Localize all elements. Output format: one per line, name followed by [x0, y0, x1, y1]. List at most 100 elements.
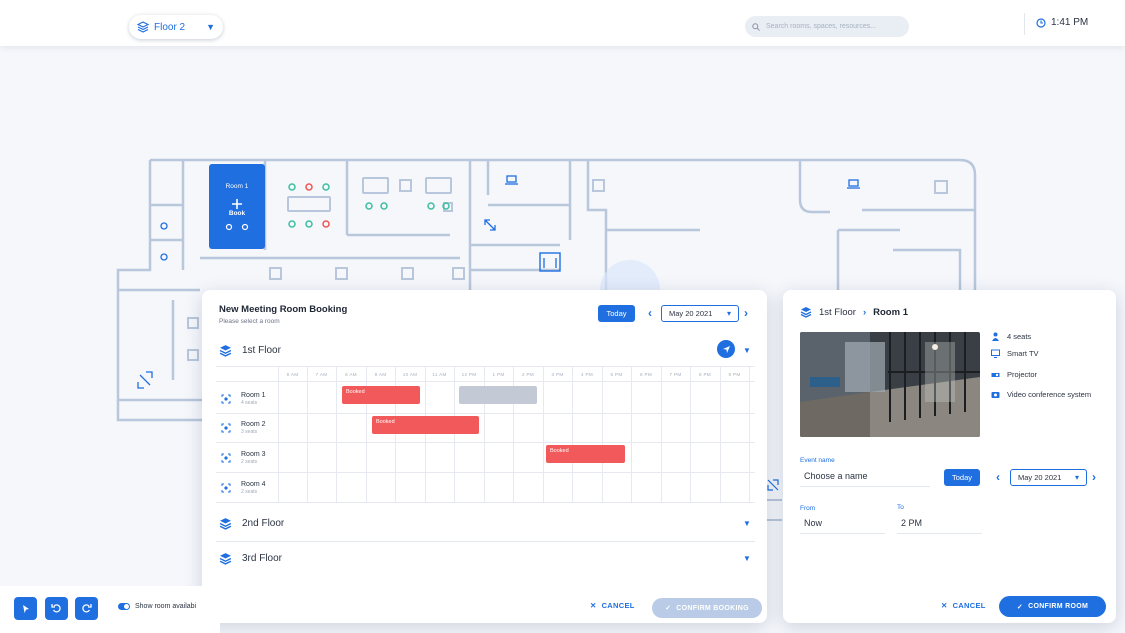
table-row[interactable]: Room 23 seats [216, 413, 278, 442]
time-slot: 2 PM [522, 371, 534, 377]
date-selector[interactable]: May 20 2021 ▾ [661, 305, 739, 322]
toggle-label: Show room availabi [135, 603, 197, 610]
chevron-down-icon[interactable]: ▼ [743, 554, 751, 563]
grid-line [543, 367, 544, 503]
floor-row-1[interactable]: 1st Floor [219, 344, 281, 357]
event-name-input[interactable]: Choose a name [800, 471, 930, 487]
select-tool-button[interactable] [14, 597, 37, 620]
top-bar: Floor 2 ▼ Search rooms, spaces, resource… [0, 0, 1125, 46]
chevron-down-icon[interactable]: ▼ [743, 519, 751, 528]
grid-line [425, 367, 426, 503]
floor-name: 3rd Floor [242, 553, 283, 564]
from-label: From [800, 505, 816, 512]
time-slot: 7 AM [315, 371, 328, 377]
floor-selector[interactable]: Floor 2 ▼ [129, 15, 223, 39]
date-selector[interactable]: May 20 2021 ▾ [1010, 469, 1087, 486]
cancel-button[interactable]: ✕ CANCEL [941, 601, 986, 610]
amenity-label: Video conference system [1007, 390, 1092, 399]
undo-button[interactable] [45, 597, 68, 620]
confirm-booking-button[interactable]: ✓ CONFIRM BOOKING [652, 598, 762, 618]
prev-date-icon[interactable]: ‹ [996, 470, 1000, 484]
cancel-button[interactable]: ✕ CANCEL [590, 601, 635, 610]
divider [1024, 13, 1025, 35]
undo-icon [51, 604, 61, 613]
room-name: Room 2 [241, 420, 266, 428]
next-date-icon[interactable]: › [1092, 470, 1096, 484]
time-slot: 5 PM [610, 371, 623, 377]
room-name: Room 3 [241, 450, 266, 458]
room-seats: 3 seats [241, 428, 258, 435]
grid-line [454, 367, 455, 503]
today-button[interactable]: Today [944, 469, 980, 486]
booking-block[interactable]: Booked [342, 386, 420, 404]
check-icon: ✓ [665, 605, 672, 612]
grid-line [631, 367, 632, 503]
time-slot: 7 PM [669, 371, 682, 377]
floor-name: 1st Floor [242, 345, 281, 356]
clock-time: 1:41 PM [1051, 17, 1089, 28]
room-icon [221, 453, 231, 462]
time-slot: 9 PM [728, 371, 741, 377]
time-slot: 6 PM [640, 371, 652, 377]
selected-room-label: Room 1 [225, 183, 249, 190]
chevron-right-icon: › [862, 306, 867, 318]
next-date-icon[interactable]: › [744, 306, 748, 320]
amenity-label: 4 seats [1007, 332, 1032, 341]
grid-line [307, 367, 308, 503]
today-button[interactable]: Today [598, 305, 635, 322]
amenity-label: Smart TV [1007, 349, 1039, 358]
chevron-down-icon: ▼ [206, 22, 215, 32]
grid-line [216, 502, 755, 503]
date-value: May 20 2021 [669, 309, 713, 318]
chevron-down-icon: ▾ [1074, 473, 1079, 482]
grid-line [216, 472, 755, 473]
divider [216, 541, 755, 542]
room-seats: 2 seats [241, 488, 258, 495]
cancel-label: CANCEL [952, 601, 986, 610]
floor-row-2[interactable]: 2nd Floor [219, 517, 284, 530]
availability-toggle[interactable]: Show room availabi [118, 603, 196, 610]
time-slot: 3 PM [551, 371, 564, 377]
time-slot: 10 AM [402, 371, 418, 377]
room-icon [221, 394, 231, 403]
breadcrumb-floor[interactable]: 1st Floor [819, 307, 856, 318]
breadcrumb-room: Room 1 [873, 306, 908, 318]
floor-row-3[interactable]: 3rd Floor [219, 552, 282, 565]
table-row[interactable]: Room 32 seats [216, 443, 278, 472]
grid-line [216, 413, 755, 414]
booking-subtitle: Please select a room [219, 318, 280, 325]
time-slot: 11 AM [432, 371, 447, 377]
amenity-tv: Smart TV [991, 349, 1039, 358]
to-input[interactable]: 2 PM [897, 518, 982, 534]
redo-button[interactable] [75, 597, 98, 620]
booking-block[interactable]: Booked [372, 416, 479, 434]
time-slot: 8 PM [699, 371, 711, 377]
selected-room[interactable]: Room 1 Book [209, 183, 265, 217]
confirm-room-button[interactable]: ✓ CONFIRM ROOM [999, 596, 1106, 617]
clock: 1:41 PM [1036, 17, 1088, 28]
from-input[interactable]: Now [800, 518, 885, 534]
table-row[interactable]: Room 42 seats [216, 473, 278, 502]
layers-icon [219, 553, 232, 565]
amenity-video: Video conference system [991, 390, 1091, 399]
grid-line [216, 381, 755, 382]
selected-slot[interactable] [459, 386, 537, 404]
search-input[interactable]: Search rooms, spaces, resources... [745, 16, 909, 37]
cursor-icon [22, 604, 29, 613]
time-slot: 9 AM [374, 371, 387, 377]
selected-room-action[interactable]: Book [209, 210, 265, 217]
floor-selector-label: Floor 2 [154, 21, 186, 33]
time-slot: 8 AM [345, 371, 357, 377]
table-row[interactable]: Room 14 seats [216, 384, 278, 413]
schedule-grid: 6 AM 7 AM 8 AM 9 AM 10 AM 11 AM 12 PM 1 … [216, 366, 755, 503]
chevron-down-icon[interactable]: ▼ [743, 346, 751, 355]
room-name: Room 4 [241, 480, 266, 488]
prev-date-icon[interactable]: ‹ [648, 306, 652, 320]
room-name: Room 1 [241, 391, 266, 399]
navigation-button[interactable] [717, 340, 735, 358]
event-name-label: Event name [800, 457, 835, 464]
toggle-switch[interactable] [118, 603, 130, 610]
booking-block[interactable]: Booked [546, 445, 625, 463]
camera-icon [991, 392, 1000, 398]
chevron-down-icon: ▾ [726, 309, 731, 318]
